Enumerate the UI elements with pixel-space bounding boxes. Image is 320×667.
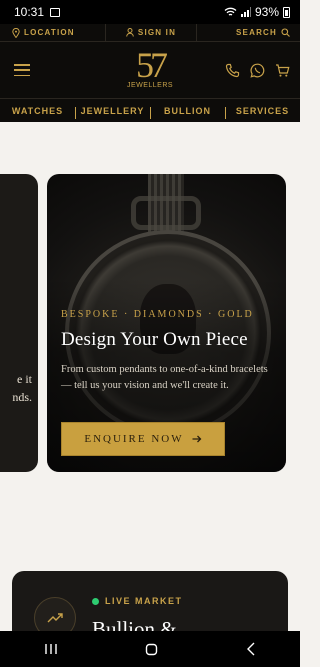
hero-eyebrow: BESPOKE · DIAMONDS · GOLD: [61, 309, 254, 320]
battery-percent: 93%: [254, 5, 279, 19]
search-icon: [281, 28, 290, 37]
location-label: LOCATION: [24, 28, 75, 37]
logo-mark: 57: [136, 45, 168, 85]
carousel-card-bespoke[interactable]: BESPOKE · DIAMONDS · GOLD Design Your Ow…: [47, 174, 286, 472]
status-bar: 10:31 93%: [0, 0, 300, 24]
location-icon: [12, 27, 20, 38]
previous-card-text-line1: e it: [17, 372, 32, 386]
previous-card-text-line2: nds.: [12, 390, 32, 404]
hero-description: From custom pendants to one-of-a-kind br…: [61, 364, 268, 391]
arrow-right-icon: [192, 435, 202, 443]
carousel-card-previous[interactable]: e it nds.: [0, 174, 38, 472]
nav-watches[interactable]: WATCHES: [0, 106, 75, 116]
search-link[interactable]: SEARCH: [197, 24, 300, 42]
trending-up-icon: [47, 613, 63, 623]
signal-icon: [240, 7, 251, 17]
user-icon: [126, 28, 134, 37]
system-nav-bar: [0, 631, 300, 667]
category-nav: WATCHES JEWELLERY BULLION SERVICES: [0, 98, 300, 122]
signin-label: SIGN IN: [137, 28, 177, 37]
whatsapp-icon[interactable]: [250, 63, 265, 78]
enquire-now-button[interactable]: ENQUIRE NOW: [61, 422, 225, 456]
live-market-label: LIVE MARKET: [105, 596, 183, 606]
menu-icon[interactable]: [14, 64, 30, 76]
nav-services[interactable]: SERVICES: [225, 106, 300, 119]
image-notification-icon: [50, 7, 61, 17]
signin-link[interactable]: SIGN IN: [105, 23, 197, 42]
main-header: 57 JEWELLERS: [0, 42, 300, 98]
logo[interactable]: 57 JEWELLERS: [127, 46, 173, 89]
logo-name: JEWELLERS: [126, 82, 174, 89]
cart-icon[interactable]: [275, 63, 290, 78]
enquire-now-label: ENQUIRE NOW: [84, 433, 184, 445]
search-label: SEARCH: [236, 28, 277, 37]
site-header: LOCATION SIGN IN SEARCH 57 JEWELLERS WAT…: [0, 23, 300, 122]
wifi-icon: [224, 7, 237, 16]
home-icon[interactable]: [145, 643, 158, 656]
nav-jewellery[interactable]: JEWELLERY: [75, 106, 150, 119]
utility-bar: LOCATION SIGN IN SEARCH: [0, 23, 300, 42]
battery-icon: [283, 6, 290, 18]
back-icon[interactable]: [246, 642, 256, 656]
phone-icon[interactable]: [225, 63, 240, 78]
nav-bullion[interactable]: BULLION: [150, 106, 225, 119]
hero-title: Design Your Own Piece: [61, 329, 248, 350]
live-indicator-dot: [92, 597, 99, 605]
status-time: 10:31: [14, 5, 45, 19]
header-actions: [225, 63, 290, 78]
location-link[interactable]: LOCATION: [0, 24, 105, 42]
recent-apps-icon[interactable]: [44, 643, 58, 655]
live-market-label-row: LIVE MARKET: [92, 596, 183, 606]
